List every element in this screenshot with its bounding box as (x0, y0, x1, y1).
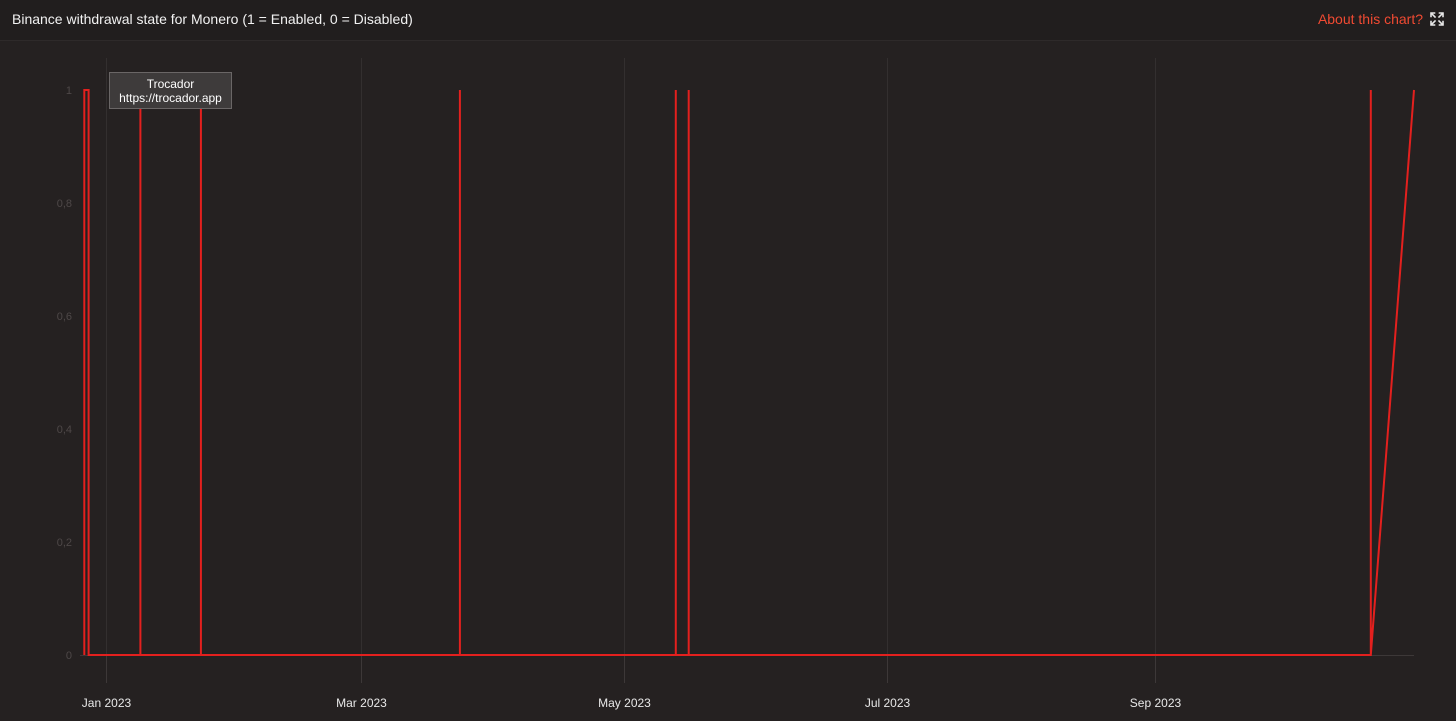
y-tick-label: 1 (66, 85, 72, 97)
x-tick-label: Jul 2023 (865, 696, 911, 710)
chart-panel: 0 0,2 0,4 0,6 0,8 1 Jan 2023 Mar 2023 May 2023 Ju… (0, 0, 1456, 721)
chart-header: Binance withdrawal state for Monero (1 =… (0, 0, 1456, 41)
y-tick-label: 0,8 (57, 198, 72, 210)
tooltip-url: https://trocador.app (119, 91, 222, 105)
axes: 0 0,2 0,4 0,6 0,8 1 Jan 2023 Mar 2023 May 2023 Ju… (57, 85, 1414, 710)
y-tick-label: 0 (66, 650, 72, 662)
tooltip: Trocador https://trocador.app (109, 72, 232, 109)
y-tick-label: 0,2 (57, 537, 72, 549)
series-layer (83, 89, 1415, 656)
chart-title: Binance withdrawal state for Monero (1 =… (12, 11, 413, 27)
series-line (83, 89, 1415, 656)
tooltip-title: Trocador (146, 77, 195, 91)
x-tick-label: May 2023 (598, 696, 651, 710)
y-tick-label: 0,6 (57, 311, 72, 323)
x-tick-label: Sep 2023 (1130, 696, 1182, 710)
about-chart-link[interactable]: About this chart? (1318, 11, 1423, 27)
x-tick-label: Mar 2023 (336, 696, 387, 710)
expand-icon[interactable] (1430, 12, 1444, 26)
grid-lines (106, 58, 1156, 655)
x-tick-label: Jan 2023 (82, 696, 132, 710)
y-tick-label: 0,4 (57, 424, 72, 436)
